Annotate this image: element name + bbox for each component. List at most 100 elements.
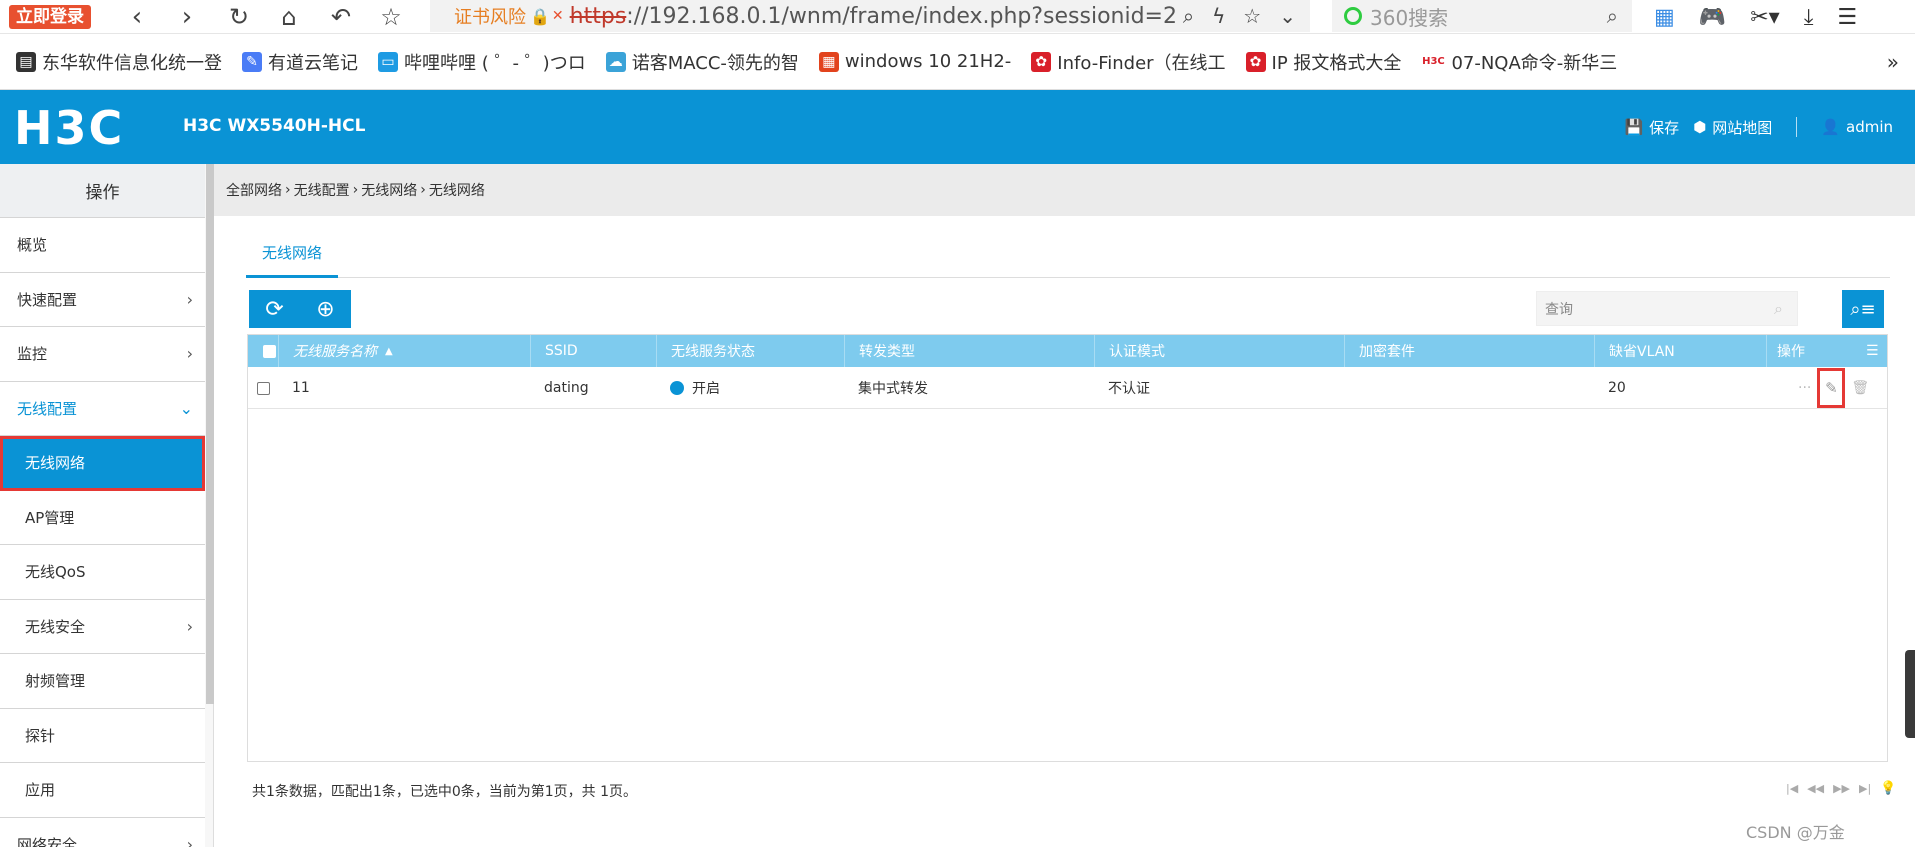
chevron-down-icon: ⌄	[179, 398, 193, 418]
chevron-down-icon[interactable]: ⌄	[1279, 4, 1296, 28]
row-checkbox[interactable]	[248, 367, 270, 409]
breadcrumb: 全部网络 › 无线配置 › 无线网络 › 无线网络	[214, 164, 1915, 216]
cert-risk-label: 证书风险	[454, 7, 526, 28]
game-icon[interactable]: 🎮	[1699, 5, 1726, 30]
first-page-icon[interactable]: |◀	[1786, 782, 1798, 795]
save-button[interactable]: 💾 保存	[1624, 117, 1679, 138]
apps-grid-icon[interactable]: ▦	[1654, 5, 1675, 30]
sidebar-item-label: 无线QoS	[25, 563, 86, 582]
sidebar-item-radio-management[interactable]: 射频管理	[0, 654, 205, 709]
column-header-default-vlan[interactable]: 缺省VLAN	[1594, 335, 1766, 367]
favorite-icon[interactable]: ☆	[1243, 4, 1261, 28]
breadcrumb-item[interactable]: 无线网络	[361, 180, 417, 200]
huawei-icon: ✿	[1245, 51, 1266, 72]
sidebar-item-wireless-qos[interactable]: 无线QoS	[0, 545, 205, 600]
sidebar-item-quick-config[interactable]: 快速配置 ›	[0, 272, 205, 327]
bookmark-item[interactable]: ▦ windows 10 21H2-	[818, 51, 1011, 72]
forward-icon[interactable]: ›	[172, 0, 202, 34]
cut-icon[interactable]: ✂▾	[1750, 5, 1779, 30]
lightning-icon[interactable]: ϟ	[1212, 4, 1225, 28]
lock-icon: 🔒	[530, 6, 550, 26]
sidebar-item-probe[interactable]: 探针	[0, 708, 205, 763]
back-icon[interactable]: ‹	[122, 0, 152, 34]
h3c-icon: H3C	[1421, 51, 1446, 72]
bookmark-item[interactable]: ▭ 哔哩哔哩 ( ゜- ゜)つロ	[378, 49, 586, 75]
advanced-search-button[interactable]: ⌕≡	[1842, 290, 1884, 328]
search-icon[interactable]: ⌕	[1607, 4, 1618, 28]
reload-icon[interactable]: ↻	[224, 0, 254, 34]
tv-icon: ▭	[378, 51, 398, 72]
menu-icon[interactable]: ☰	[1837, 5, 1857, 30]
query-input[interactable]: 查询 ⌕	[1536, 291, 1798, 326]
bookmark-item[interactable]: ▤ 东华软件信息化统一登	[16, 49, 222, 75]
sidebar-item-wireless-config[interactable]: 无线配置 ⌄	[0, 381, 205, 436]
download-icon[interactable]: ⤓	[1804, 5, 1814, 30]
column-header-auth-mode[interactable]: 认证模式	[1094, 335, 1344, 367]
zoom-icon[interactable]: ⌕	[1183, 4, 1194, 28]
chevron-right-icon: ›	[186, 616, 193, 636]
undo-icon[interactable]: ↶	[326, 0, 356, 34]
address-bar[interactable]: 证书风险 🔒 ✕ https ://192.168.0.1/wnm/frame/…	[430, 0, 1310, 32]
sidebar-item-overview[interactable]: 概览	[0, 218, 205, 273]
checkbox[interactable]	[257, 381, 270, 395]
next-page-icon[interactable]: ▶▶	[1833, 782, 1850, 795]
refresh-icon[interactable]: ⟳	[265, 297, 283, 322]
sidebar-item-label: 探针	[25, 726, 56, 745]
delete-icon[interactable]: 🗑	[1851, 380, 1869, 396]
more-icon[interactable]: ···	[1798, 380, 1811, 396]
checkbox[interactable]	[263, 344, 276, 358]
chevron-right-icon: ›	[420, 182, 426, 198]
search-icon[interactable]: ⌕	[1774, 299, 1783, 319]
login-button[interactable]: 立即登录	[9, 5, 91, 29]
column-settings-icon[interactable]: ☰	[1856, 335, 1888, 367]
table-row[interactable]: 11 dating 开启 集中式转发 不认证 20 ··· ✎ 🗑	[248, 367, 1887, 409]
bookmark-label: 诺客MACC-领先的智	[631, 52, 799, 74]
cell-name: 11	[292, 380, 310, 396]
url-scheme: https	[569, 3, 627, 29]
sitemap-button[interactable]: ⬢ 网站地图	[1693, 117, 1772, 138]
sidebar-item-application[interactable]: 应用	[0, 763, 205, 818]
doc-icon: ▤	[16, 51, 36, 72]
tab-wireless-network[interactable]: 无线网络	[246, 230, 339, 278]
advanced-search-icon: ⌕≡	[1850, 298, 1876, 320]
sitemap-label: 网站地图	[1712, 118, 1773, 137]
column-header-forward-type[interactable]: 转发类型	[844, 335, 1094, 367]
breadcrumb-item[interactable]: 全部网络	[226, 180, 282, 200]
sidebar-item-label: 无线配置	[17, 399, 78, 418]
bookmark-item[interactable]: H3C 07-NQA命令-新华三	[1421, 49, 1617, 75]
prev-page-icon[interactable]: ◀◀	[1807, 782, 1824, 795]
breadcrumb-item[interactable]: 无线配置	[294, 180, 350, 200]
huawei-icon: ✿	[1031, 51, 1052, 72]
side-panel-handle[interactable]	[1905, 650, 1915, 738]
edit-button[interactable]: ✎	[1817, 368, 1846, 408]
bookmark-item[interactable]: ✎ 有道云笔记	[242, 49, 358, 75]
select-all-checkbox[interactable]	[248, 335, 278, 367]
user-menu[interactable]: 👤 admin	[1821, 118, 1893, 136]
url-text: ://192.168.0.1/wnm/frame/index.php?sessi…	[626, 3, 1233, 29]
tip-icon[interactable]: 💡	[1880, 781, 1896, 796]
bookmark-item[interactable]: ✿ Info-Finder（在线工	[1031, 49, 1226, 75]
column-header-actions: 操作	[1766, 335, 1856, 367]
sidebar-item-wireless-security[interactable]: 无线安全 ›	[0, 599, 205, 654]
add-icon[interactable]: ⊕	[316, 297, 334, 322]
home-icon[interactable]: ⌂	[274, 0, 304, 34]
search-input[interactable]: 360搜索 ⌕	[1332, 0, 1632, 32]
column-header-ssid[interactable]: SSID	[530, 335, 656, 367]
h3c-logo: H3C	[14, 101, 125, 155]
bookmark-item[interactable]: ✿ IP 报文格式大全	[1245, 49, 1401, 75]
sidebar-item-network-security[interactable]: 网络安全 ›	[0, 817, 205, 847]
sidebar-scrollbar[interactable]	[206, 164, 214, 704]
sidebar-item-ap-management[interactable]: AP管理	[0, 490, 205, 545]
column-header-cipher-suite[interactable]: 加密套件	[1344, 335, 1594, 367]
sidebar-item-wireless-network[interactable]: 无线网络	[0, 436, 205, 491]
bookmark-item[interactable]: ☁ 诺客MACC-领先的智	[605, 49, 799, 75]
column-header-name[interactable]: 无线服务名称 ▲	[278, 335, 508, 367]
device-name: H3C WX5540H-HCL	[183, 116, 366, 136]
column-header-status[interactable]: 无线服务状态	[656, 335, 844, 367]
last-page-icon[interactable]: ▶|	[1859, 782, 1871, 795]
sidebar-item-monitor[interactable]: 监控 ›	[0, 327, 205, 382]
sidebar-item-label: 快速配置	[17, 290, 78, 309]
star-icon[interactable]: ☆	[376, 0, 406, 34]
table-header: 无线服务名称 ▲ SSID 无线服务状态 转发类型 认证模式 加密套件 缺省VLA…	[248, 335, 1887, 367]
more-bookmarks-icon[interactable]: »	[1887, 50, 1899, 74]
